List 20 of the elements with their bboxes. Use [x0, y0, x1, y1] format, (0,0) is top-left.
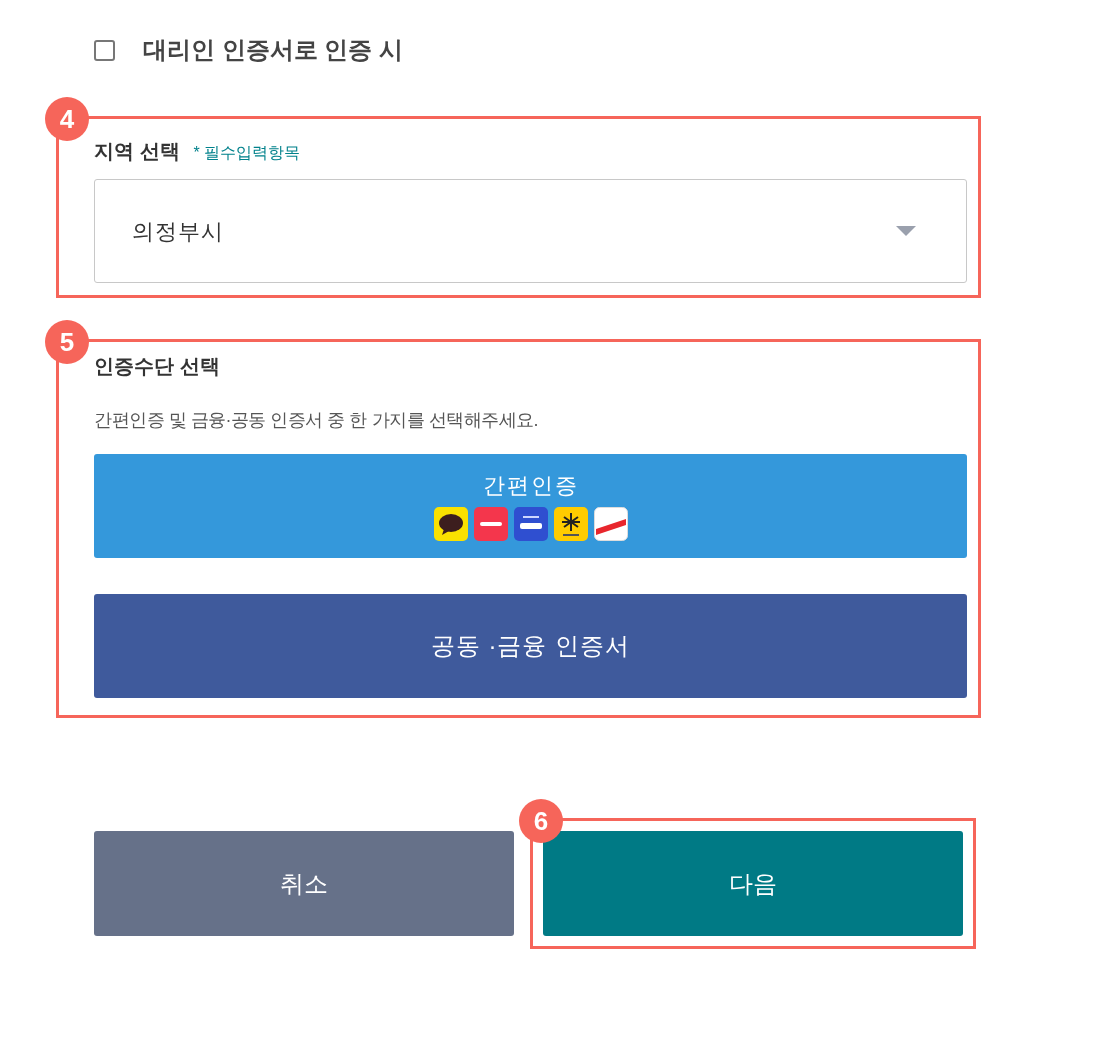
- callout-badge: 6: [519, 799, 563, 843]
- field-title: 지역 선택: [94, 139, 180, 164]
- logo-tile-icon: [513, 506, 548, 541]
- logo-tile-icon: [593, 506, 628, 541]
- speech-bubble-icon: [433, 506, 468, 541]
- simple-auth-button[interactable]: 간편인증: [94, 454, 967, 558]
- logo-tile-icon: [473, 506, 508, 541]
- section-description: 간편인증 및 금융·공동 인증서 중 한 가지를 선택해주세요.: [94, 409, 539, 432]
- cancel-button[interactable]: 취소: [94, 831, 514, 936]
- section-title: 인증수단 선택: [94, 354, 221, 379]
- checkbox-label: 대리인 인증서로 인증 시: [143, 35, 403, 65]
- certificate-button[interactable]: 공동 ·금융 인증서: [94, 594, 967, 698]
- callout-badge: 5: [45, 320, 89, 364]
- callout-badge: 4: [45, 97, 89, 141]
- region-select[interactable]: 의정부시: [94, 179, 967, 283]
- logo-tile-icon: [553, 506, 588, 541]
- checkbox[interactable]: [94, 39, 115, 61]
- required-note: * 필수입력항목: [193, 143, 301, 163]
- dropdown-arrow-icon: [896, 226, 916, 236]
- next-button[interactable]: 다음: [543, 831, 963, 936]
